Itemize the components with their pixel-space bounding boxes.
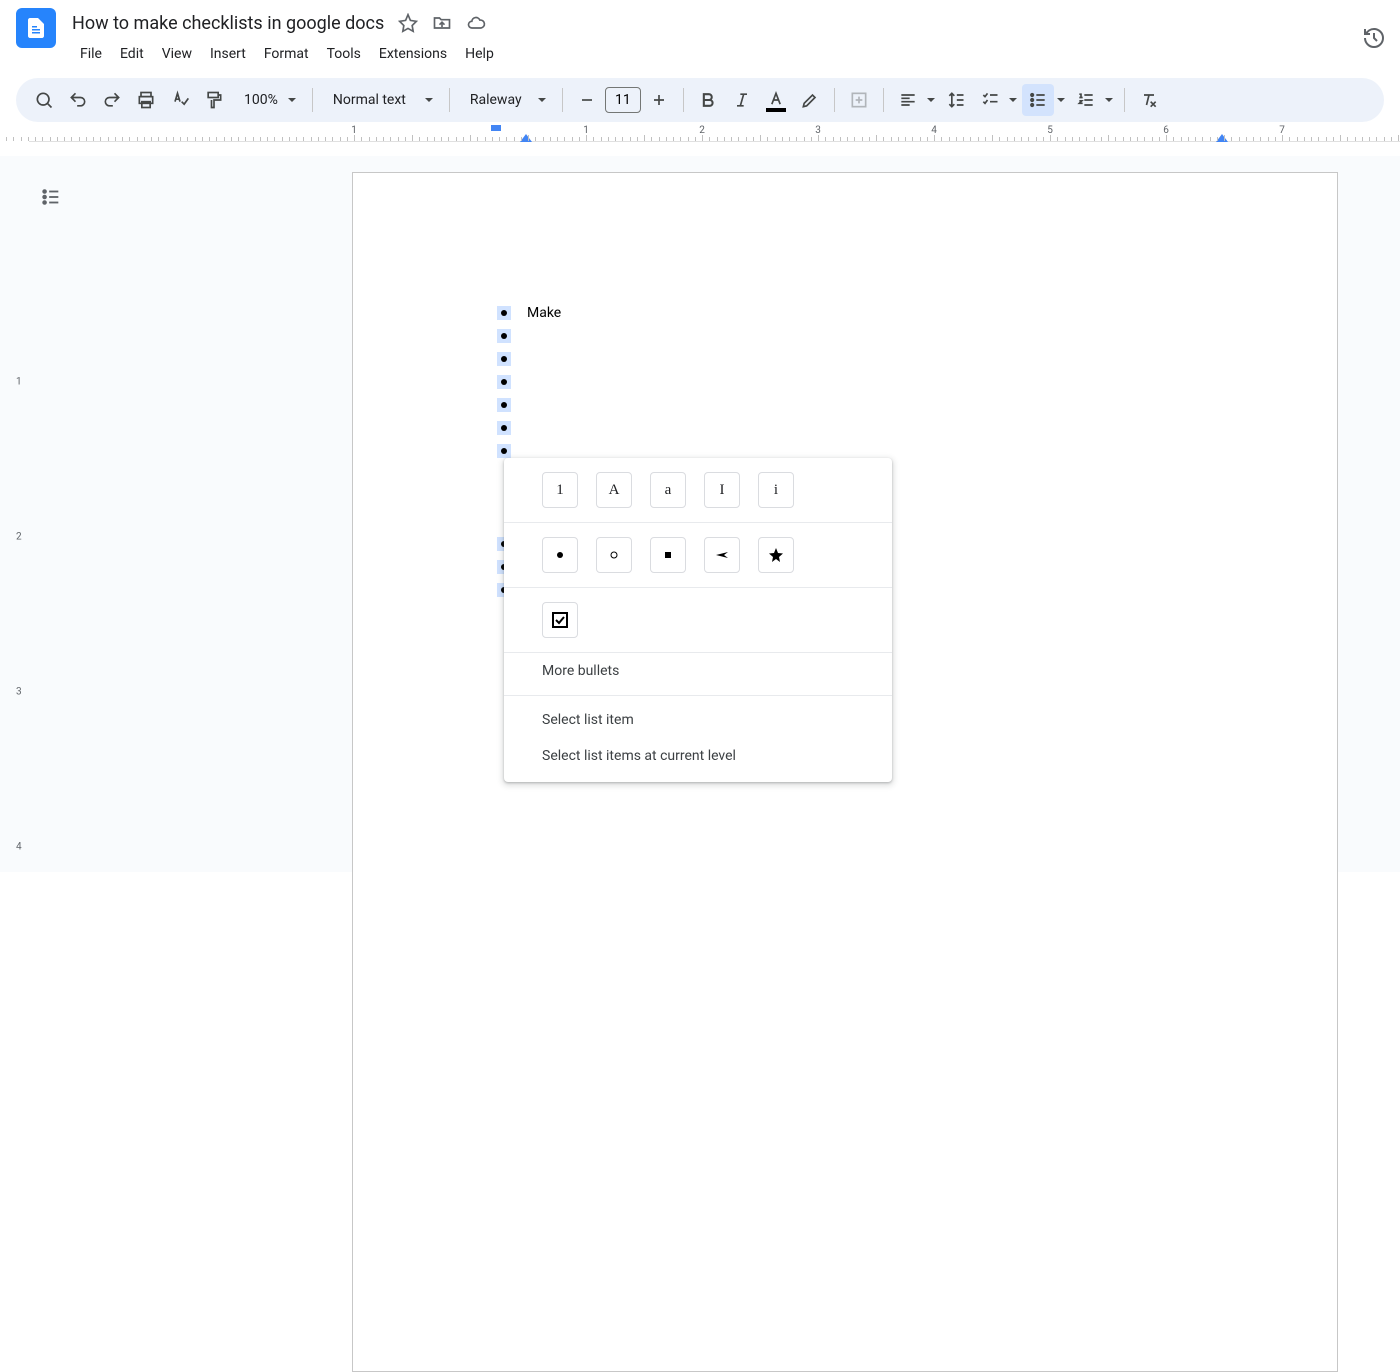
- decrease-font-size-button[interactable]: [571, 84, 603, 116]
- separator: [312, 88, 313, 112]
- bullet-icon[interactable]: [501, 333, 507, 339]
- docs-logo[interactable]: [16, 8, 56, 48]
- list-preset-A[interactable]: A: [596, 472, 632, 508]
- menu-view[interactable]: View: [154, 42, 200, 66]
- redo-button[interactable]: [96, 84, 128, 116]
- list-preset-i[interactable]: i: [758, 472, 794, 508]
- font-size-input[interactable]: 11: [605, 87, 641, 113]
- separator: [1124, 88, 1125, 112]
- separator: [683, 88, 684, 112]
- zoom-dropdown[interactable]: 100%: [232, 84, 304, 116]
- list-preset-1[interactable]: 1: [542, 472, 578, 508]
- line-spacing-button[interactable]: [940, 84, 972, 116]
- star-icon[interactable]: [398, 13, 418, 33]
- list-options-menu: 1 A a I i More bullets Select list item …: [504, 458, 892, 782]
- align-button[interactable]: [892, 84, 924, 116]
- print-button[interactable]: [130, 84, 162, 116]
- bullet-icon[interactable]: [501, 379, 507, 385]
- numbered-presets-row: 1 A a I i: [504, 458, 892, 523]
- text-color-button[interactable]: [760, 84, 792, 116]
- italic-button[interactable]: [726, 84, 758, 116]
- paint-format-button[interactable]: [198, 84, 230, 116]
- undo-button[interactable]: [62, 84, 94, 116]
- bulleted-list-button[interactable]: [1022, 84, 1054, 116]
- numbered-list-button[interactable]: [1070, 84, 1102, 116]
- paragraph-style-dropdown[interactable]: Normal text: [321, 84, 441, 116]
- menu-tools[interactable]: Tools: [319, 42, 369, 66]
- spellcheck-button[interactable]: [164, 84, 196, 116]
- bulleted-list-dropdown[interactable]: [1054, 84, 1068, 116]
- checklist-button[interactable]: [974, 84, 1006, 116]
- header: How to make checklists in google docs Fi…: [0, 0, 1400, 66]
- menu-file[interactable]: File: [72, 42, 110, 66]
- menu-extensions[interactable]: Extensions: [371, 42, 455, 66]
- bullet-square[interactable]: [650, 537, 686, 573]
- select-list-items-level[interactable]: Select list items at current level: [504, 738, 892, 774]
- show-outline-button[interactable]: [40, 186, 62, 212]
- separator: [562, 88, 563, 112]
- horizontal-ruler[interactable]: 1 1 2 3 4 5 6 7: [29, 124, 1400, 142]
- caret-icon: [288, 98, 296, 102]
- align-dropdown[interactable]: [924, 84, 938, 116]
- history-icon[interactable]: [1360, 24, 1388, 52]
- right-indent-marker[interactable]: [1216, 134, 1228, 142]
- first-line-indent-marker[interactable]: [491, 125, 501, 131]
- checklist-preset-row: [504, 588, 892, 653]
- menu-bar: File Edit View Insert Format Tools Exten…: [72, 42, 1384, 66]
- list-item-text[interactable]: Make: [527, 305, 561, 321]
- menu-format[interactable]: Format: [256, 42, 317, 66]
- checklist-dropdown[interactable]: [1006, 84, 1020, 116]
- bullet-icon[interactable]: [501, 402, 507, 408]
- separator: [449, 88, 450, 112]
- menu-help[interactable]: Help: [457, 42, 502, 66]
- menu-edit[interactable]: Edit: [112, 42, 152, 66]
- insert-image-button[interactable]: [843, 84, 875, 116]
- more-bullets-item[interactable]: More bullets: [504, 653, 892, 689]
- increase-font-size-button[interactable]: [643, 84, 675, 116]
- numbered-list-dropdown[interactable]: [1102, 84, 1116, 116]
- separator: [883, 88, 884, 112]
- document-title[interactable]: How to make checklists in google docs: [72, 13, 384, 34]
- list-preset-a[interactable]: a: [650, 472, 686, 508]
- separator: [504, 695, 892, 696]
- zoom-value: 100%: [240, 92, 282, 108]
- bullet-icon[interactable]: [501, 448, 507, 454]
- font-value: Raleway: [466, 92, 526, 108]
- style-value: Normal text: [329, 92, 410, 108]
- font-dropdown[interactable]: Raleway: [458, 84, 554, 116]
- bullet-star[interactable]: [758, 537, 794, 573]
- bullet-checkbox[interactable]: [542, 602, 578, 638]
- toolbar: 100% Normal text Raleway 11: [16, 78, 1384, 122]
- bullet-circle[interactable]: [596, 537, 632, 573]
- left-indent-marker[interactable]: [520, 134, 532, 142]
- move-icon[interactable]: [432, 13, 452, 33]
- search-menus-button[interactable]: [28, 84, 60, 116]
- list-preset-I[interactable]: I: [704, 472, 740, 508]
- bullet-icon[interactable]: [501, 310, 507, 316]
- bullet-icon[interactable]: [501, 356, 507, 362]
- highlight-color-button[interactable]: [794, 84, 826, 116]
- bullet-icon[interactable]: [501, 425, 507, 431]
- select-list-item[interactable]: Select list item: [504, 702, 892, 738]
- caret-icon: [538, 98, 546, 102]
- menu-insert[interactable]: Insert: [202, 42, 254, 66]
- bullet-presets-row: [504, 523, 892, 588]
- bold-button[interactable]: [692, 84, 724, 116]
- bullet-arrow[interactable]: [704, 537, 740, 573]
- cloud-status-icon[interactable]: [466, 13, 486, 33]
- workspace: 1 2 3 4 Make 1 A a I i: [0, 156, 1400, 872]
- separator: [834, 88, 835, 112]
- vertical-ruler[interactable]: 1 2 3 4: [12, 172, 30, 872]
- bullet-disc[interactable]: [542, 537, 578, 573]
- caret-icon: [425, 98, 433, 102]
- clear-formatting-button[interactable]: [1133, 84, 1165, 116]
